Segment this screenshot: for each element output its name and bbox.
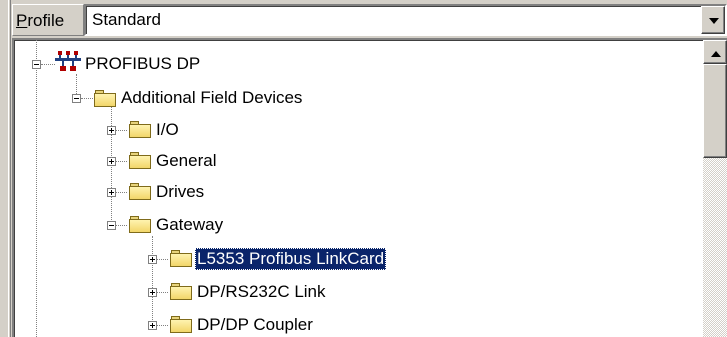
vertical-scrollbar[interactable]	[703, 40, 727, 337]
folder-icon	[129, 183, 151, 200]
chevron-up-icon	[711, 51, 721, 57]
profile-label: Profile	[12, 4, 84, 36]
expand-toggle[interactable]	[148, 321, 157, 330]
profile-label-text: rofile	[27, 11, 65, 30]
tree-connector	[115, 130, 127, 131]
tree-node-l5353-profibus-linkcard[interactable]: L5353 Profibus LinkCard	[195, 248, 387, 270]
folder-icon	[129, 121, 151, 138]
scroll-up-button[interactable]	[703, 40, 727, 64]
tree-node-additional-field-devices[interactable]: Additional Field Devices	[121, 87, 302, 109]
profile-dropdown-button[interactable]	[701, 6, 725, 34]
profile-dropdown[interactable]: Standard	[84, 4, 727, 36]
tree-connector	[156, 259, 168, 260]
tree-connector	[115, 225, 127, 226]
network-icon	[55, 51, 81, 71]
tree-connector	[41, 64, 55, 65]
folder-icon	[170, 283, 192, 300]
tree-connector	[156, 292, 168, 293]
tree-node-dp-dp-coupler[interactable]: DP/DP Coupler	[197, 314, 313, 336]
expand-toggle[interactable]	[148, 288, 157, 297]
folder-icon	[129, 152, 151, 169]
scrollbar-thumb[interactable]	[703, 64, 727, 158]
expand-toggle[interactable]	[107, 188, 116, 197]
collapse-toggle[interactable]	[72, 94, 81, 103]
window-frame-left	[0, 0, 11, 337]
folder-icon	[129, 216, 151, 233]
chevron-down-icon	[709, 18, 719, 24]
tree-node-io[interactable]: I/O	[156, 119, 179, 141]
expand-toggle[interactable]	[107, 126, 116, 135]
tree-node-general[interactable]: General	[156, 150, 216, 172]
profile-dropdown-value: Standard	[92, 10, 161, 29]
tree-node-profibus-dp[interactable]: PROFIBUS DP	[85, 53, 200, 75]
tree-node-drives[interactable]: Drives	[156, 181, 204, 203]
collapse-toggle[interactable]	[107, 221, 116, 230]
expand-toggle[interactable]	[107, 157, 116, 166]
tree-connector	[115, 192, 127, 193]
tree-connector	[152, 236, 153, 328]
catalog-tree[interactable]: PROFIBUS DP Additional Field Devices I/O…	[12, 38, 727, 337]
profile-label-accelerator: P	[16, 11, 28, 30]
folder-icon	[170, 316, 192, 333]
folder-icon	[170, 250, 192, 267]
tree-connector	[111, 106, 112, 226]
tree-connector	[81, 98, 93, 99]
collapse-toggle[interactable]	[32, 60, 41, 69]
tree-connector	[156, 325, 168, 326]
tree-node-gateway[interactable]: Gateway	[156, 214, 223, 236]
tree-connector	[36, 40, 37, 337]
folder-icon	[94, 90, 116, 107]
tree-connector	[115, 161, 127, 162]
tree-node-dp-rs232c-link[interactable]: DP/RS232C Link	[197, 281, 326, 303]
expand-toggle[interactable]	[148, 255, 157, 264]
